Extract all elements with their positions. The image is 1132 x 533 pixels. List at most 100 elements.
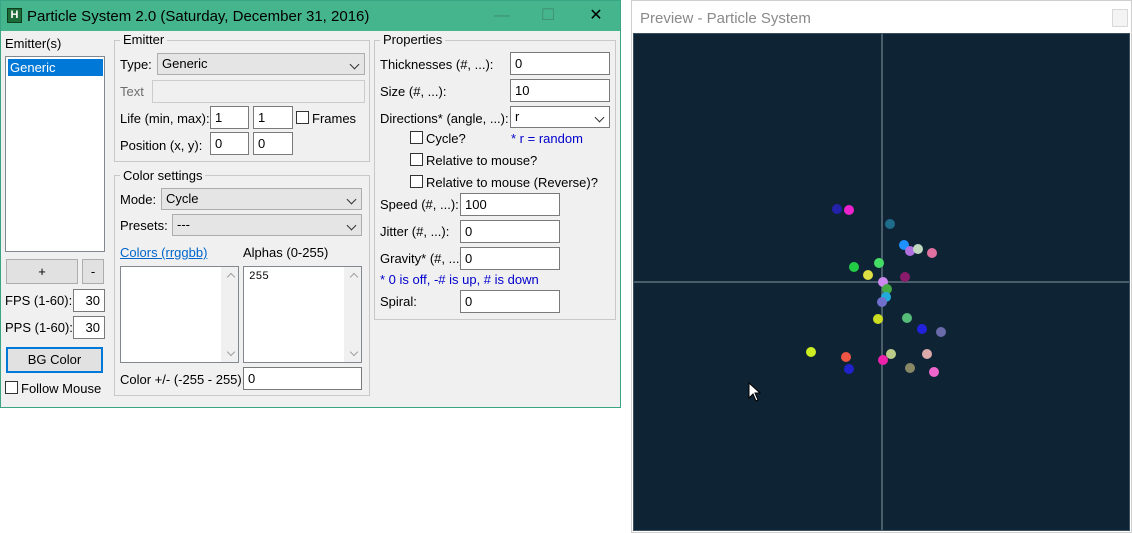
- add-emitter-button[interactable]: +: [6, 259, 78, 284]
- cycle-checkbox[interactable]: [410, 131, 423, 144]
- app-icon: H: [7, 8, 22, 23]
- cycle-label: Cycle?: [426, 131, 466, 146]
- particle: [849, 262, 859, 272]
- position-x-input[interactable]: 0: [210, 132, 249, 155]
- alphas-textarea[interactable]: 255: [243, 266, 362, 363]
- scroll-down-icon[interactable]: [226, 347, 236, 357]
- gravity-note: * 0 is off, -# is up, # is down: [380, 272, 539, 287]
- speed-input[interactable]: 100: [460, 193, 560, 216]
- particle: [936, 327, 946, 337]
- particle: [877, 297, 887, 307]
- scroll-down-icon[interactable]: [349, 347, 359, 357]
- alphas-value: 255: [249, 271, 269, 283]
- position-y-input[interactable]: 0: [253, 132, 293, 155]
- emitters-label: Emitter(s): [5, 36, 62, 51]
- fps-input[interactable]: 30: [73, 289, 105, 312]
- presets-select[interactable]: ---: [172, 214, 362, 236]
- colors-scrollbar[interactable]: [221, 267, 238, 362]
- mode-value: Cycle: [166, 191, 199, 206]
- chevron-down-icon: [346, 194, 357, 205]
- pps-input[interactable]: 30: [73, 316, 105, 339]
- mode-label: Mode:: [120, 192, 157, 207]
- speed-label: Speed (#, ...):: [380, 197, 459, 212]
- relative-mouse-checkbox[interactable]: [410, 153, 423, 166]
- directions-combo[interactable]: r: [510, 106, 610, 128]
- close-button[interactable]: ✕: [573, 1, 619, 31]
- random-note: * r = random: [511, 131, 583, 146]
- particle: [922, 349, 932, 359]
- life-min-input[interactable]: 1: [210, 106, 249, 129]
- scroll-up-icon[interactable]: [349, 272, 359, 282]
- spiral-label: Spiral:: [380, 294, 417, 309]
- mode-select[interactable]: Cycle: [161, 188, 362, 210]
- relative-mouse-reverse-checkbox[interactable]: [410, 175, 423, 188]
- frames-label: Frames: [312, 111, 357, 126]
- presets-label: Presets:: [120, 218, 168, 233]
- scroll-up-icon[interactable]: [226, 272, 236, 282]
- emitter-group-title: Emitter: [120, 32, 168, 47]
- size-input[interactable]: 10: [510, 79, 610, 102]
- position-label: Position (x, y):: [120, 138, 203, 153]
- preview-canvas[interactable]: [633, 33, 1130, 531]
- fps-label: FPS (1-60):: [5, 293, 73, 308]
- particle: [927, 248, 937, 258]
- text-label: Text: [120, 84, 144, 99]
- particle: [917, 324, 927, 334]
- particle: [905, 363, 915, 373]
- color-settings-title: Color settings: [120, 168, 206, 183]
- remove-emitter-button[interactable]: -: [82, 259, 104, 284]
- life-label: Life (min, max):: [120, 111, 210, 126]
- type-label: Type:: [120, 57, 152, 72]
- text-input[interactable]: [152, 80, 365, 103]
- chevron-down-icon: [346, 220, 357, 231]
- directions-label: Directions* (angle, ...):: [380, 111, 509, 126]
- relative-mouse-label: Relative to mouse?: [426, 153, 538, 168]
- maximize-button[interactable]: ☐: [525, 1, 571, 31]
- window-title: Particle System 2.0 (Saturday, December …: [27, 8, 370, 25]
- bg-color-button[interactable]: BG Color: [6, 347, 103, 373]
- particle: [844, 364, 854, 374]
- particle: [844, 205, 854, 215]
- follow-mouse-label: Follow Mouse: [21, 381, 102, 396]
- particle: [874, 258, 884, 268]
- alphas-label: Alphas (0-255): [243, 245, 329, 260]
- pps-label: PPS (1-60):: [5, 320, 73, 335]
- particle: [806, 347, 816, 357]
- particle: [929, 367, 939, 377]
- particle: [873, 314, 883, 324]
- size-label: Size (#, ...):: [380, 84, 447, 99]
- preview-close-button[interactable]: [1112, 9, 1128, 27]
- emitter-list[interactable]: Generic: [5, 56, 105, 252]
- type-select[interactable]: Generic: [157, 53, 365, 75]
- thickness-label: Thicknesses (#, ...):: [380, 57, 494, 72]
- relative-mouse-reverse-label: Relative to mouse (Reverse)?: [426, 175, 598, 190]
- presets-value: ---: [177, 217, 190, 232]
- particle: [885, 219, 895, 229]
- main-title-bar[interactable]: H Particle System 2.0 (Saturday, Decembe…: [1, 1, 620, 31]
- particle: [900, 272, 910, 282]
- life-max-input[interactable]: 1: [253, 106, 293, 129]
- follow-mouse-checkbox[interactable]: [5, 381, 18, 394]
- frames-checkbox[interactable]: [296, 111, 309, 124]
- jitter-input[interactable]: 0: [460, 220, 560, 243]
- directions-value: r: [515, 109, 520, 124]
- chevron-down-icon: [349, 59, 360, 70]
- alphas-scrollbar[interactable]: [344, 267, 361, 362]
- properties-title: Properties: [380, 32, 446, 47]
- preview-title: Preview - Particle System: [640, 10, 811, 27]
- mouse-cursor-icon: [748, 382, 762, 402]
- particle: [913, 244, 923, 254]
- particle: [841, 352, 851, 362]
- particle: [863, 270, 873, 280]
- color-pm-input[interactable]: 0: [243, 367, 362, 390]
- emitter-list-item[interactable]: Generic: [7, 58, 104, 77]
- spiral-input[interactable]: 0: [460, 290, 560, 313]
- gravity-input[interactable]: 0: [460, 247, 560, 270]
- particle: [886, 349, 896, 359]
- gravity-label: Gravity* (#, ...):: [380, 251, 468, 266]
- colors-link[interactable]: Colors (rrggbb): [120, 245, 207, 260]
- colors-textarea[interactable]: [120, 266, 239, 363]
- thickness-input[interactable]: 0: [510, 52, 610, 75]
- minimize-button[interactable]: —: [479, 1, 525, 31]
- type-value: Generic: [162, 56, 208, 71]
